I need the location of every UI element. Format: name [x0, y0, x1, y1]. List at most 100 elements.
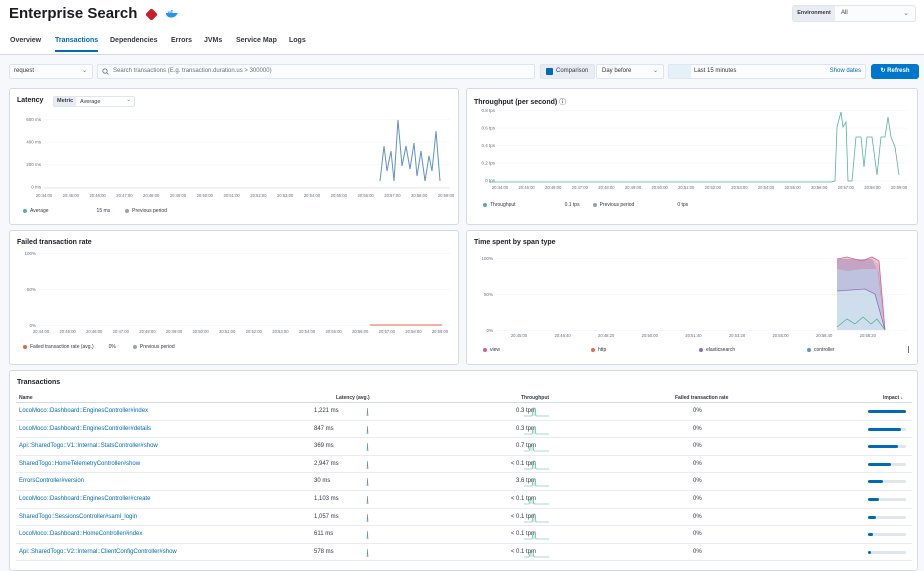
- latency-sparkline: [366, 407, 369, 417]
- search-placeholder: Search transactions (E.g. transaction.du…: [113, 68, 272, 74]
- impact-bar: [868, 515, 906, 519]
- table-row: SharedTogo::HomeTelemetryController#show…: [16, 456, 912, 474]
- failed-rate-panel: Failed transaction rate 100% 50% 0% 20:44:0…: [9, 230, 459, 365]
- transaction-name-link[interactable]: LocoMoco::Dashboard::HomeController#inde…: [19, 531, 142, 537]
- metric-select[interactable]: Metric Average ⌄: [53, 96, 135, 107]
- failed-rate-value: 0%: [693, 425, 702, 432]
- ruby-icon: [145, 8, 158, 21]
- throughput-chart: 0.8 tps0.6 tps0.4 tps0.2 tps0 tps20:44:0…: [481, 108, 907, 189]
- throughput-legend: Throughput 0.1 tps Previous period 0 tps: [483, 202, 688, 208]
- x-tick-label: 20:49:00: [625, 185, 642, 189]
- x-tick-label: 20:59:00: [438, 193, 455, 198]
- environment-select[interactable]: Environment All ⌄: [792, 5, 916, 22]
- info-icon[interactable]: ⓘ: [559, 99, 566, 106]
- failed-rate-value: 0%: [693, 443, 702, 450]
- column-throughput[interactable]: Throughput: [521, 395, 549, 401]
- x-tick-label: 20:56:00: [352, 329, 369, 334]
- failed-rate-value: 0%: [693, 531, 702, 538]
- x-tick-label: 20:55:00: [784, 185, 801, 189]
- tab-dependencies[interactable]: Dependencies: [110, 37, 157, 52]
- y-tick-label: 0.2 tps: [481, 161, 495, 166]
- transaction-type-select[interactable]: request ⌄: [9, 64, 93, 79]
- legend-failed-name: Failed transaction rate (avg.): [30, 344, 94, 350]
- span-legend-elasticsearch: elasticsearch: [699, 347, 735, 353]
- legend-dot: [125, 209, 130, 213]
- comparison-period-select[interactable]: Day before ⌄: [596, 64, 664, 79]
- chevron-down-icon: ⌄: [652, 68, 658, 74]
- span-type-title: Time spent by span type: [474, 239, 556, 246]
- throughput-sparkline: [524, 479, 549, 487]
- transaction-name-link[interactable]: ErrorsController#version: [19, 478, 84, 484]
- x-tick-label: 20:52:00: [250, 193, 267, 198]
- metric-value: Average: [80, 98, 101, 105]
- x-tick-label: 20:46:00: [89, 193, 106, 198]
- tab-errors[interactable]: Errors: [171, 37, 192, 52]
- refresh-label: Refresh: [887, 68, 910, 74]
- latency-value: 1,221 ms: [314, 408, 339, 414]
- failed-rate-chart: 100% 50% 0%20:44:00 20:45:00 20:46:00 20:47:0…: [24, 251, 450, 334]
- legend-previous-name: Previous period: [132, 208, 167, 214]
- table-row: LocoMoco::Dashboard::EnginesController#d…: [16, 421, 912, 439]
- span-legend-view: view: [483, 347, 500, 353]
- tab-service-map[interactable]: Service Map: [236, 37, 277, 52]
- span-type-chart: 100% 50% 0% 20:45:00 20:46:40 20:48:20 20:50:0…: [481, 256, 907, 338]
- impact-fill: [868, 427, 902, 431]
- x-tick-label: 20:49:00: [166, 329, 183, 334]
- y-tick-label: 0%: [29, 323, 36, 328]
- x-tick-label: 20:55:00: [325, 329, 342, 334]
- show-dates-link[interactable]: Show dates: [830, 65, 861, 78]
- transaction-name-link[interactable]: LocoMoco::Dashboard::EnginesController#c…: [19, 496, 150, 502]
- tab-jvms[interactable]: JVMs: [204, 37, 222, 52]
- transaction-name-link[interactable]: LocoMoco::Dashboard::EnginesController#d…: [19, 426, 151, 432]
- top-header: Enterprise Search Environment All ⌄ Over…: [0, 0, 924, 55]
- transaction-name-link[interactable]: SharedTogo::HomeTelemetryController#show: [19, 461, 140, 467]
- search-input[interactable]: Search transactions (E.g. transaction.du…: [97, 64, 535, 79]
- x-tick-label: 20:52:00: [705, 185, 722, 189]
- x-tick-label: 20:50:00: [642, 333, 659, 338]
- transaction-name-link[interactable]: SharedTogo::SessionsController#saml_logi…: [19, 514, 137, 520]
- throughput-title: Throughput (per second) ⓘ: [474, 99, 567, 106]
- x-tick-label: 20:58:00: [405, 329, 422, 334]
- legend-throughput-name: Throughput: [490, 202, 516, 208]
- date-picker[interactable]: Last 15 minutes Show dates: [668, 64, 866, 79]
- calendar-icon[interactable]: [669, 65, 691, 78]
- x-tick-label: 20:51:40: [685, 333, 702, 338]
- column-failed-rate[interactable]: Failed transaction rate: [675, 395, 728, 401]
- impact-fill: [868, 550, 872, 554]
- refresh-button[interactable]: ↻ Refresh: [871, 64, 919, 79]
- x-tick-label: 20:56:40: [816, 333, 833, 338]
- tab-transactions[interactable]: Transactions: [55, 37, 99, 52]
- legend-failed-value: 0%: [108, 344, 116, 350]
- failed-rate-value: 0%: [693, 408, 702, 414]
- impact-bar: [868, 480, 906, 484]
- column-latency[interactable]: Latency (avg.): [336, 395, 370, 401]
- docker-icon: [166, 10, 178, 18]
- tab-overview[interactable]: Overview: [10, 37, 41, 52]
- comparison-toggle[interactable]: Comparison: [540, 64, 595, 79]
- legend-throughput-value: 0.1 tps: [564, 202, 580, 208]
- x-tick-label: 20:44:00: [33, 329, 50, 334]
- column-impact[interactable]: Impact ↓: [883, 395, 903, 401]
- y-tick-label: 400 ms: [26, 140, 42, 145]
- transaction-name-link[interactable]: Api::SharedTogo::V2::Internal::ClientCon…: [19, 549, 177, 555]
- table-row: Api::SharedTogo::V1::Internal::StatsCont…: [16, 438, 912, 456]
- x-tick-label: 20:47:00: [572, 185, 589, 189]
- failed-rate-value: 0%: [693, 548, 702, 555]
- tab-logs[interactable]: Logs: [289, 37, 306, 52]
- transaction-name-link[interactable]: LocoMoco::Dashboard::EnginesController#i…: [19, 408, 148, 414]
- x-tick-label: 20:46:00: [86, 329, 103, 334]
- latency-line: [379, 119, 441, 182]
- failed-rate-title: Failed transaction rate: [17, 239, 92, 246]
- table-row: SharedTogo::SessionsController#saml_logi…: [16, 509, 912, 527]
- x-tick-label: 20:55:00: [772, 333, 789, 338]
- column-name[interactable]: Name: [19, 395, 33, 401]
- transaction-type-value: request: [14, 68, 35, 74]
- impact-fill: [868, 533, 873, 537]
- impact-fill: [868, 462, 891, 466]
- impact-fill: [868, 445, 899, 449]
- x-tick-label: 20:48:00: [143, 193, 160, 198]
- impact-bar: [868, 550, 906, 554]
- x-tick-label: 20:49:00: [170, 193, 187, 198]
- legend-scroll-handle[interactable]: [908, 346, 909, 353]
- transaction-name-link[interactable]: Api::SharedTogo::V1::Internal::StatsCont…: [19, 443, 158, 449]
